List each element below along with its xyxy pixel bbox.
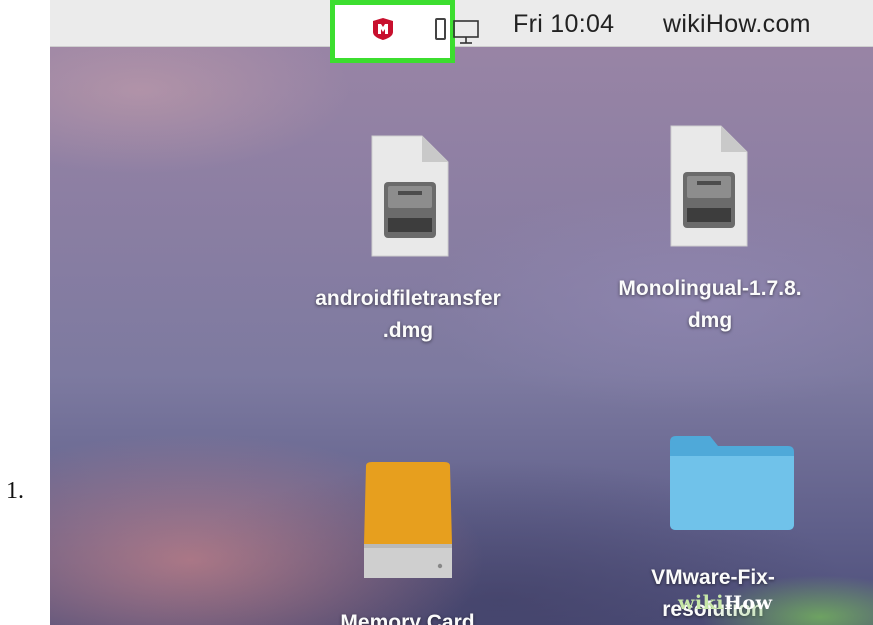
- desktop-drive-memory-card[interactable]: Memory Card: [320, 455, 495, 625]
- desktop-file-monolingual[interactable]: Monolingual-1.7.8. dmg: [585, 120, 835, 350]
- mac-desktop: Fri 10:04 wikiHow.com androidfiletransfe…: [50, 0, 873, 625]
- file-name-line2: dmg: [687, 309, 733, 332]
- display-icon[interactable]: [452, 16, 482, 46]
- menu-bar-user[interactable]: wikiHow.com: [663, 10, 811, 39]
- external-drive-icon: [364, 462, 452, 578]
- desktop-file-androidfiletransfer[interactable]: androidfiletransfer .dmg: [288, 130, 528, 360]
- battery-icon[interactable]: [435, 18, 446, 40]
- menu-bar: Fri 10:04 wikiHow.com: [50, 0, 873, 63]
- mcafee-icon[interactable]: [372, 18, 394, 40]
- menu-bar-clock[interactable]: Fri 10:04: [513, 10, 614, 39]
- dmg-file-icon: [371, 135, 449, 257]
- folder-icon: [670, 436, 794, 530]
- file-name-line1: androidfiletransfer: [315, 287, 501, 310]
- watermark-how: How: [723, 592, 773, 614]
- file-name-line1: Monolingual-1.7.8.: [618, 277, 802, 300]
- file-name-line2: .dmg: [382, 319, 434, 342]
- watermark-wiki: wiki: [678, 592, 724, 614]
- file-name-line1: Memory Card: [340, 611, 475, 625]
- dmg-file-icon: [670, 125, 748, 247]
- wikihow-watermark: wikiHow: [678, 592, 772, 614]
- step-number: 1.: [6, 478, 24, 504]
